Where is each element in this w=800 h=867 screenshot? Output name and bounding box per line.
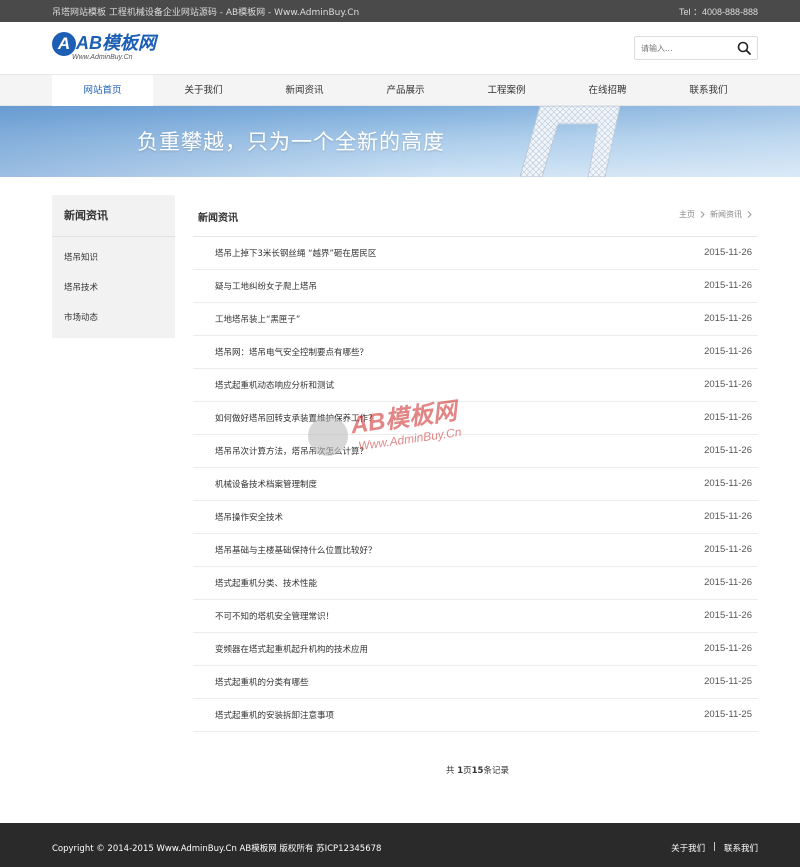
page-title: 新闻资讯 [198, 213, 238, 224]
news-date: 2015-11-26 [704, 346, 752, 357]
nav-item-jobs[interactable]: 在线招聘 [557, 75, 658, 106]
site-logo[interactable]: A AB模板网 Www.AdminBuy.Cn [52, 32, 172, 66]
banner-slogan: 负重攀越，只为一个全新的高度 [137, 130, 445, 154]
news-date: 2015-11-26 [704, 610, 752, 621]
banner: 负重攀越，只为一个全新的高度 [0, 106, 800, 177]
news-list: 塔吊上掉下3米长钢丝绳 “越界”砸在居民区 2015-11-26 疑与工地纠纷女子爬… [193, 237, 758, 732]
news-date: 2015-11-26 [704, 478, 752, 489]
news-date: 2015-11-26 [704, 544, 752, 555]
search-input[interactable] [635, 38, 731, 58]
news-item[interactable]: 塔吊基础与主楼基础保持什么位置比较好？ 2015-11-26 [193, 534, 758, 567]
search-box [634, 36, 758, 60]
footer-link-about[interactable]: 关于我们 [671, 842, 705, 854]
news-item[interactable]: 塔式起重机分类、技术性能 2015-11-26 [193, 567, 758, 600]
footer-links: 关于我们 | 联系我们 [671, 842, 758, 854]
nav-item-products[interactable]: 产品展示 [355, 75, 456, 106]
sidebar-title: 新闻资讯 [52, 195, 175, 237]
news-date: 2015-11-25 [704, 709, 752, 720]
main-content: 新闻资讯 主页 新闻资讯 塔吊上掉下3米长钢丝绳 “越界”砸在居民区 2015-1… [193, 195, 758, 732]
news-item[interactable]: 塔吊操作安全技术 2015-11-26 [193, 501, 758, 534]
news-title[interactable]: 变频器在塔式起重机起升机构的技术应用 [215, 643, 368, 655]
news-title[interactable]: 塔式起重机的分类有哪些 [215, 676, 309, 688]
nav-item-contact[interactable]: 联系我们 [658, 75, 759, 106]
news-item[interactable]: 塔式起重机的分类有哪些 2015-11-25 [193, 666, 758, 699]
news-title[interactable]: 不可不知的塔机安全管理常识！ [215, 610, 334, 622]
nav-item-news[interactable]: 新闻资讯 [254, 75, 355, 106]
news-title[interactable]: 塔式起重机动态响应分析和测试 [215, 379, 334, 391]
news-date: 2015-11-25 [704, 676, 752, 687]
news-item[interactable]: 不可不知的塔机安全管理常识！ 2015-11-26 [193, 600, 758, 633]
sidebar-item[interactable]: 塔吊知识 [52, 243, 175, 273]
news-item[interactable]: 如何做好塔吊回转支承装置维护保养工作？ 2015-11-26 [193, 402, 758, 435]
phone-number: Tel ：4008-888-888 [678, 6, 758, 17]
news-date: 2015-11-26 [704, 313, 752, 324]
logo-mark: A [52, 32, 76, 56]
breadcrumb-current[interactable]: 新闻资讯 [710, 209, 742, 220]
news-item[interactable]: 疑与工地纠纷女子爬上塔吊 2015-11-26 [193, 270, 758, 303]
top-bar: 吊塔网站模板 工程机械设备企业网站源码 - AB模板网 - Www.AdminB… [0, 0, 800, 22]
main-nav: 网站首页 关于我们 新闻资讯 产品展示 工程案例 在线招聘 联系我们 [0, 74, 800, 106]
main-header: 新闻资讯 主页 新闻资讯 [193, 195, 758, 237]
news-date: 2015-11-26 [704, 511, 752, 522]
header: A AB模板网 Www.AdminBuy.Cn [0, 22, 800, 74]
footer: Copyright © 2014-2015 Www.AdminBuy.Cn AB… [0, 823, 800, 867]
news-title[interactable]: 机械设备技术档案管理制度 [215, 478, 317, 490]
news-item[interactable]: 塔吊网：塔吊电气安全控制要点有哪些？ 2015-11-26 [193, 336, 758, 369]
news-title[interactable]: 工地塔吊装上“黑匣子” [215, 313, 300, 325]
pagination-info: 共 1页15条记录 [446, 766, 509, 776]
news-title[interactable]: 塔式起重机分类、技术性能 [215, 577, 317, 589]
logo-text: AB模板网 [76, 33, 156, 53]
news-item[interactable]: 塔吊吊次计算方法，塔吊吊次怎么计算？ 2015-11-26 [193, 435, 758, 468]
chevron-right-icon [700, 211, 705, 218]
news-title[interactable]: 塔吊基础与主楼基础保持什么位置比较好？ [215, 544, 377, 556]
news-title[interactable]: 塔吊网：塔吊电气安全控制要点有哪些？ [215, 346, 368, 358]
news-title[interactable]: 如何做好塔吊回转支承装置维护保养工作？ [215, 412, 377, 424]
news-title[interactable]: 塔吊吊次计算方法，塔吊吊次怎么计算？ [215, 445, 368, 457]
nav-item-home[interactable]: 网站首页 [52, 75, 153, 106]
news-date: 2015-11-26 [704, 247, 752, 258]
search-icon [737, 41, 751, 55]
nav-item-cases[interactable]: 工程案例 [456, 75, 557, 106]
footer-link-contact[interactable]: 联系我们 [724, 842, 758, 854]
news-item[interactable]: 工地塔吊装上“黑匣子” 2015-11-26 [193, 303, 758, 336]
news-item[interactable]: 机械设备技术档案管理制度 2015-11-26 [193, 468, 758, 501]
sidebar-item[interactable]: 市场动态 [52, 303, 175, 333]
news-item[interactable]: 塔式起重机的安装拆卸注意事项 2015-11-25 [193, 699, 758, 732]
news-title[interactable]: 疑与工地纠纷女子爬上塔吊 [215, 280, 317, 292]
news-date: 2015-11-26 [704, 577, 752, 588]
search-button[interactable] [731, 37, 757, 59]
footer-separator: | [713, 842, 716, 852]
news-date: 2015-11-26 [704, 280, 752, 291]
news-item[interactable]: 塔吊上掉下3米长钢丝绳 “越界”砸在居民区 2015-11-26 [193, 237, 758, 270]
news-item[interactable]: 变频器在塔式起重机起升机构的技术应用 2015-11-26 [193, 633, 758, 666]
breadcrumb: 主页 新闻资讯 [679, 209, 752, 220]
nav-item-about[interactable]: 关于我们 [153, 75, 254, 106]
news-date: 2015-11-26 [704, 643, 752, 654]
breadcrumb-home[interactable]: 主页 [679, 209, 695, 220]
news-item[interactable]: 塔式起重机动态响应分析和测试 2015-11-26 [193, 369, 758, 402]
site-description: 吊塔网站模板 工程机械设备企业网站源码 - AB模板网 - Www.AdminB… [52, 7, 360, 18]
news-title[interactable]: 塔吊操作安全技术 [215, 511, 283, 523]
news-date: 2015-11-26 [704, 445, 752, 456]
sidebar: 新闻资讯 塔吊知识 塔吊技术 市场动态 [52, 195, 175, 338]
logo-url: Www.AdminBuy.Cn [72, 54, 133, 61]
news-title[interactable]: 塔式起重机的安装拆卸注意事项 [215, 709, 334, 721]
news-date: 2015-11-26 [704, 379, 752, 390]
copyright-text: Copyright © 2014-2015 Www.AdminBuy.Cn AB… [52, 844, 382, 854]
chevron-right-icon [747, 211, 752, 218]
sidebar-item[interactable]: 塔吊技术 [52, 273, 175, 303]
news-title[interactable]: 塔吊上掉下3米长钢丝绳 “越界”砸在居民区 [215, 247, 376, 259]
news-date: 2015-11-26 [704, 412, 752, 423]
